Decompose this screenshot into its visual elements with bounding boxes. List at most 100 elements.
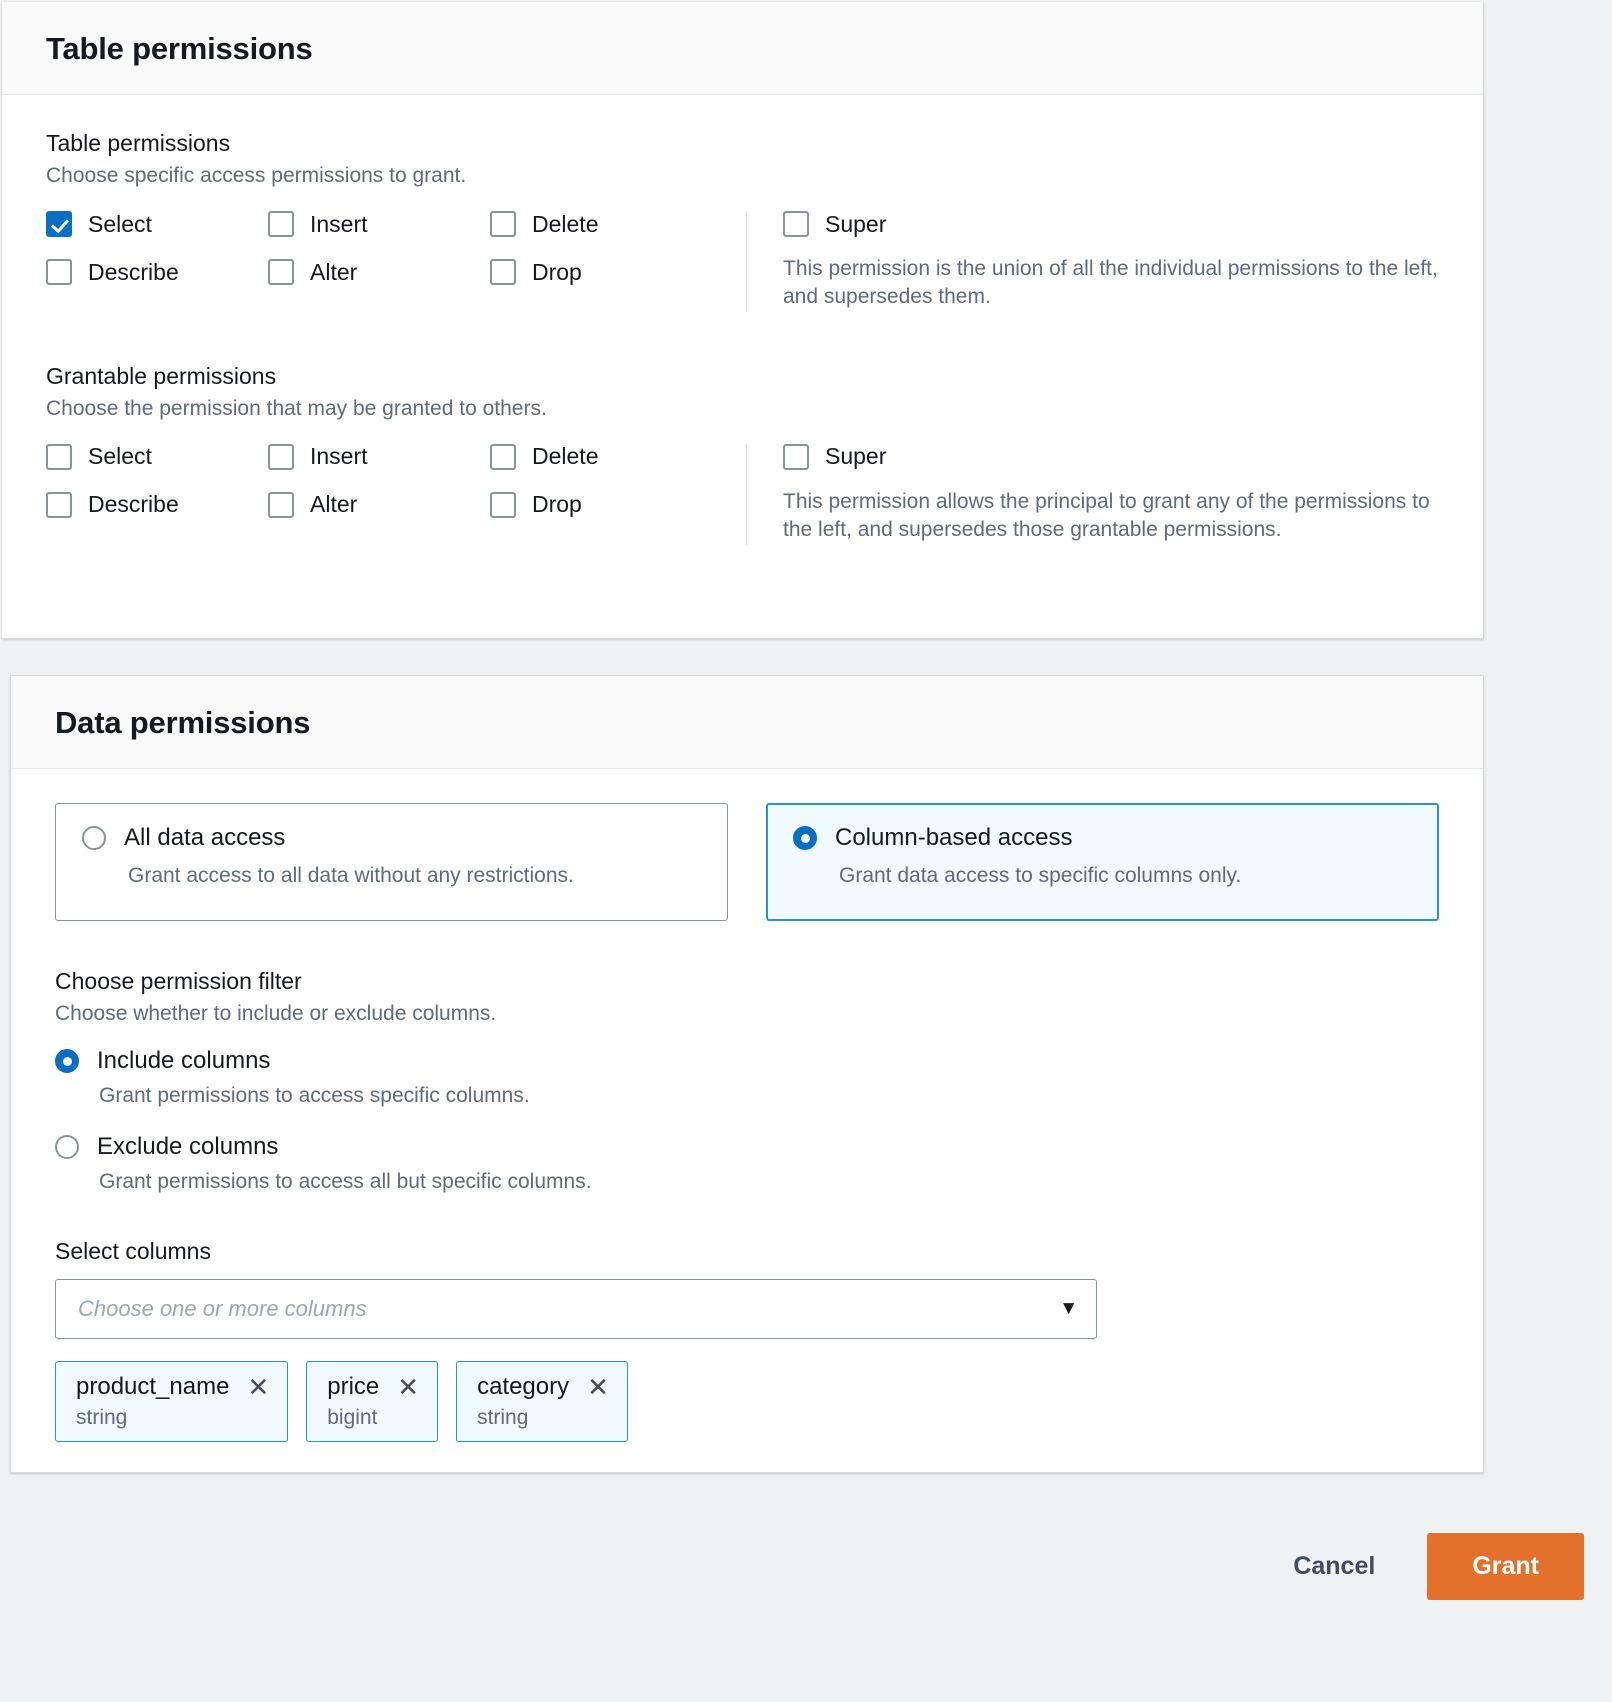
radio-exclude-columns[interactable]: Exclude columns Grant permissions to acc… (55, 1135, 1439, 1195)
group-spacer (55, 1196, 1439, 1238)
chip-type-label: bigint (327, 1406, 419, 1429)
group-spacer (46, 312, 1439, 362)
radio-icon[interactable] (82, 826, 106, 850)
data-access-card-group: All data access Grant access to all data… (55, 803, 1439, 921)
radio-icon-selected[interactable] (793, 826, 817, 850)
radio-exclude-columns-line: Exclude columns (55, 1135, 1439, 1159)
checkbox-table-insert[interactable]: Insert (268, 211, 490, 237)
form-actions: Cancel Grant (128, 1506, 1584, 1626)
table-permissions-label: Table permissions (46, 129, 1439, 158)
table-permissions-row: Select Insert Delete (46, 211, 1439, 312)
radio-card-column-based-access-line: Column-based access (793, 826, 1412, 850)
grantable-permissions-row: Select Insert Delete (46, 444, 1439, 545)
table-permissions-group: Table permissions Choose specific access… (46, 129, 1439, 312)
radio-description: Grant permissions to access specific col… (99, 1082, 1439, 1109)
radio-card-all-data-access[interactable]: All data access Grant access to all data… (55, 803, 728, 921)
checkbox-label: Drop (532, 261, 582, 284)
checkbox-icon[interactable] (490, 211, 516, 237)
checkbox-label: Delete (532, 445, 598, 468)
radio-include-columns[interactable]: Include columns Grant permissions to acc… (55, 1049, 1439, 1109)
table-permissions-panel-body: Table permissions Choose specific access… (2, 95, 1483, 584)
close-icon[interactable]: ✕ (587, 1374, 609, 1400)
grantable-permissions-checkbox-grid-wrap: Select Insert Delete (46, 444, 746, 518)
radio-card-all-data-access-line: All data access (82, 826, 701, 850)
checkbox-grantable-insert[interactable]: Insert (268, 444, 490, 470)
permission-filter-group: Choose permission filter Choose whether … (55, 967, 1439, 1196)
data-permissions-panel-header: Data permissions (11, 676, 1483, 769)
chip-price[interactable]: price ✕ bigint (306, 1361, 438, 1442)
radio-description: Grant permissions to access all but spec… (99, 1168, 1439, 1195)
chip-product-name[interactable]: product_name ✕ string (55, 1361, 288, 1442)
checkbox-icon[interactable] (46, 492, 72, 518)
permission-filter-label: Choose permission filter (55, 967, 1439, 996)
chip-top-row: category ✕ (477, 1374, 609, 1400)
radio-card-title: All data access (124, 826, 285, 850)
checkbox-icon[interactable] (46, 444, 72, 470)
grantable-permissions-group: Grantable permissions Choose the permiss… (46, 362, 1439, 545)
checkbox-icon[interactable] (490, 444, 516, 470)
data-permissions-title: Data permissions (55, 706, 1439, 740)
checkbox-icon[interactable] (268, 211, 294, 237)
checkbox-label: Super (825, 213, 886, 236)
select-columns-group: Select columns Choose one or more column… (55, 1238, 1439, 1442)
checkbox-label: Drop (532, 493, 582, 516)
table-permissions-description: Choose specific access permissions to gr… (46, 162, 1439, 189)
radio-card-column-based-access[interactable]: Column-based access Grant data access to… (766, 803, 1439, 921)
radio-card-title: Column-based access (835, 826, 1072, 850)
checkbox-icon[interactable] (46, 259, 72, 285)
radio-include-columns-line: Include columns (55, 1049, 1439, 1073)
checkbox-table-drop[interactable]: Drop (490, 259, 712, 285)
radio-card-description: Grant access to all data without any res… (128, 862, 701, 889)
checkbox-icon-checked[interactable] (46, 211, 72, 237)
checkbox-grantable-select[interactable]: Select (46, 444, 268, 470)
checkbox-table-select[interactable]: Select (46, 211, 268, 237)
checkbox-label: Delete (532, 213, 598, 236)
checkbox-table-alter[interactable]: Alter (268, 259, 490, 285)
chevron-down-icon[interactable]: ▼ (1059, 1299, 1078, 1318)
checkbox-icon[interactable] (490, 259, 516, 285)
checkbox-label: Insert (310, 213, 368, 236)
chip-label: product_name (76, 1374, 229, 1400)
cancel-button[interactable]: Cancel (1267, 1534, 1401, 1599)
checkbox-label: Select (88, 213, 152, 236)
table-permissions-checkbox-grid: Select Insert Delete (46, 211, 746, 285)
checkbox-icon[interactable] (268, 444, 294, 470)
select-columns-label: Select columns (55, 1238, 1439, 1265)
select-columns-input[interactable]: Choose one or more columns ▼ (55, 1279, 1097, 1339)
chip-label: category (477, 1374, 569, 1400)
checkbox-icon[interactable] (268, 492, 294, 518)
checkbox-table-describe[interactable]: Describe (46, 259, 268, 285)
table-permissions-panel-header: Table permissions (2, 2, 1483, 95)
close-icon[interactable]: ✕ (247, 1374, 269, 1400)
checkbox-icon[interactable] (268, 259, 294, 285)
grantable-permissions-super-note: This permission allows the principal to … (783, 488, 1439, 545)
data-permissions-panel-body: All data access Grant access to all data… (11, 769, 1483, 1482)
chip-label: price (327, 1374, 379, 1400)
checkbox-grantable-delete[interactable]: Delete (490, 444, 712, 470)
radio-icon[interactable] (55, 1135, 79, 1159)
checkbox-icon[interactable] (783, 211, 809, 237)
chip-category[interactable]: category ✕ string (456, 1361, 628, 1442)
checkbox-grantable-describe[interactable]: Describe (46, 492, 268, 518)
selected-columns-chip-list: product_name ✕ string price ✕ bigint (55, 1361, 1439, 1442)
checkbox-table-super[interactable]: Super (783, 211, 1439, 237)
checkbox-grantable-drop[interactable]: Drop (490, 492, 712, 518)
chip-top-row: product_name ✕ (76, 1374, 269, 1400)
grant-button[interactable]: Grant (1427, 1533, 1584, 1600)
checkbox-label: Select (88, 445, 152, 468)
checkbox-table-delete[interactable]: Delete (490, 211, 712, 237)
checkbox-grantable-super[interactable]: Super (783, 444, 1439, 470)
checkbox-grantable-alter[interactable]: Alter (268, 492, 490, 518)
table-permissions-checkbox-grid-wrap: Select Insert Delete (46, 211, 746, 285)
grantable-permissions-description: Choose the permission that may be grante… (46, 395, 1439, 422)
checkbox-label: Describe (88, 261, 179, 284)
checkbox-icon[interactable] (490, 492, 516, 518)
page-title: Table permissions (46, 32, 1439, 66)
grantable-permissions-super-section: Super This permission allows the princip… (746, 444, 1439, 545)
close-icon[interactable]: ✕ (397, 1374, 419, 1400)
table-permissions-super-note: This permission is the union of all the … (783, 255, 1439, 312)
radio-card-description: Grant data access to specific columns on… (839, 862, 1412, 889)
checkbox-icon[interactable] (783, 444, 809, 470)
radio-icon-selected[interactable] (55, 1049, 79, 1073)
table-permissions-super-section: Super This permission is the union of al… (746, 211, 1439, 312)
